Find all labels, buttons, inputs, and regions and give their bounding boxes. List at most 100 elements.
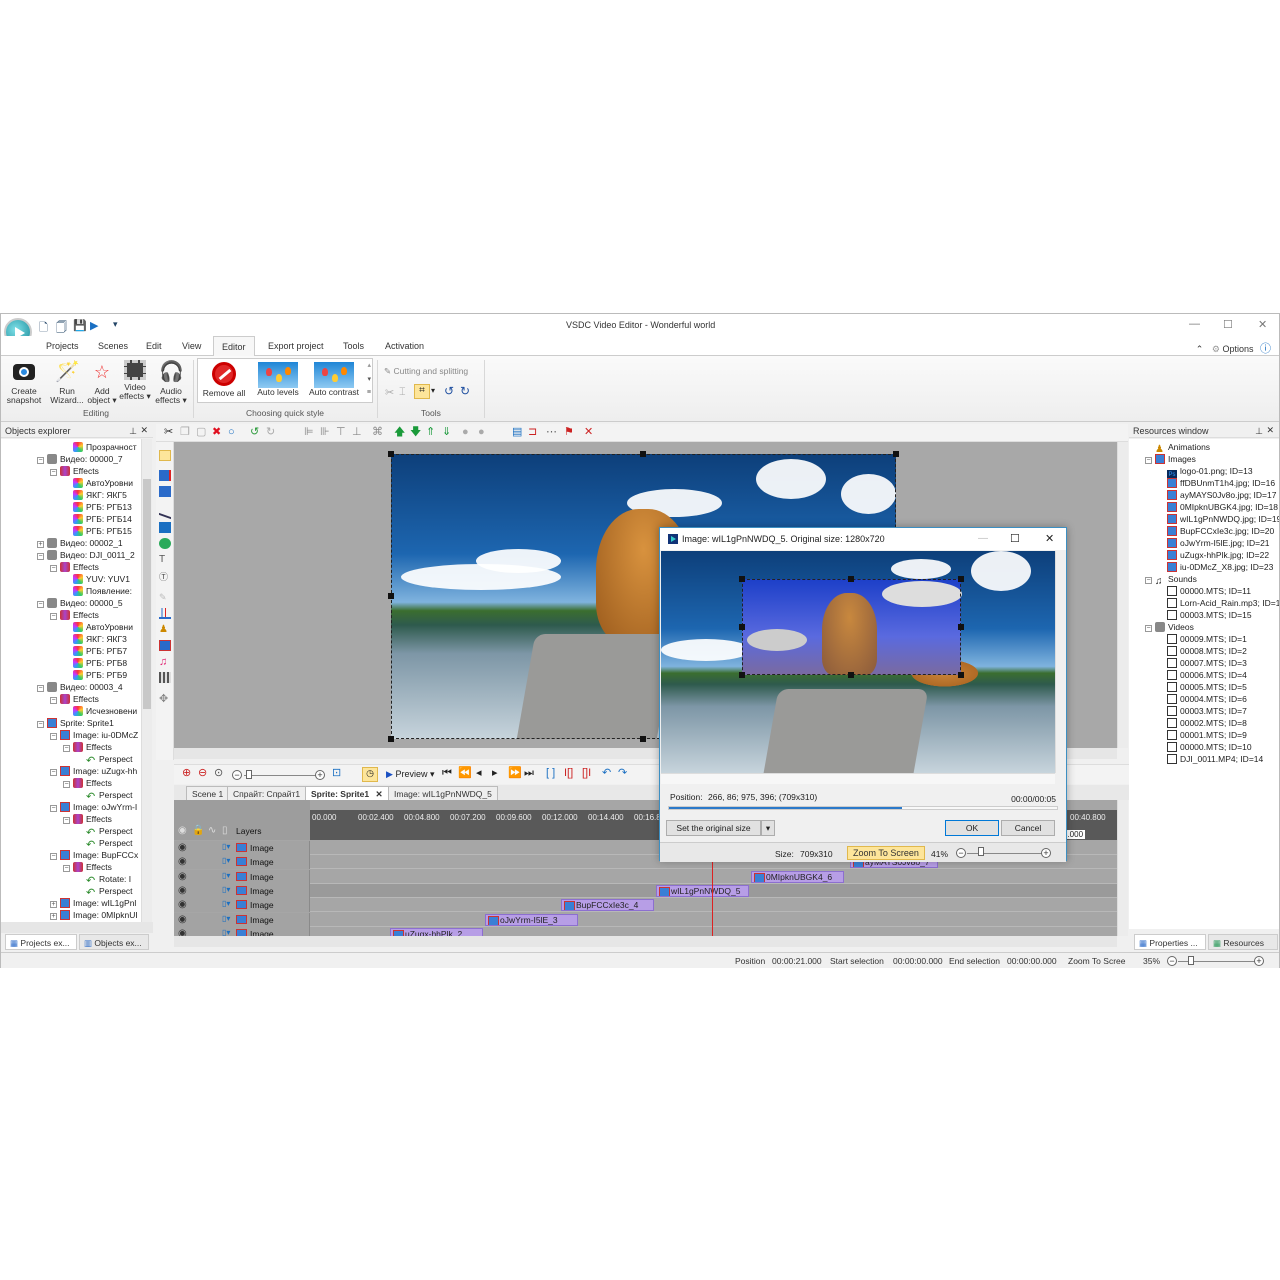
gallery-scroll-up-icon[interactable]: ▴ — [367, 361, 371, 369]
options-button[interactable]: ⌃ ⚙ Options ⓘ — [1196, 340, 1271, 356]
collapse-icon[interactable]: − — [50, 613, 57, 620]
preview-button[interactable]: ▶ Preview ▾ — [386, 769, 434, 780]
zoom-to-screen-button[interactable]: Zoom To Scree — [1068, 956, 1125, 966]
track-options-icon[interactable]: ▯▾ — [222, 914, 230, 923]
objects-explorer-tab[interactable]: ▥ Objects ex... — [79, 934, 149, 950]
resize-handle[interactable] — [388, 593, 394, 599]
collapse-icon[interactable]: − — [50, 805, 57, 812]
resources-tree-node[interactable]: 00002.MTS; ID=8 — [1157, 717, 1247, 729]
visibility-icon[interactable]: ◉ — [178, 871, 187, 882]
objects-tree-hscrollbar[interactable] — [1, 922, 153, 933]
set-original-size-button[interactable]: Set the original size — [666, 820, 761, 836]
select-cursor-icon[interactable] — [159, 450, 171, 461]
info-icon[interactable]: ⓘ — [1260, 343, 1271, 355]
resources-tree-node[interactable]: 00008.MTS; ID=2 — [1157, 645, 1247, 657]
dialog-zoom-out-button[interactable]: − — [956, 848, 966, 858]
objects-tree-node[interactable]: ↶ Perspect — [76, 753, 133, 767]
collapse-icon[interactable]: − — [50, 697, 57, 704]
layout-icon[interactable]: ▤ — [512, 426, 522, 438]
tab-view[interactable]: View — [182, 341, 201, 351]
objects-tree-node[interactable]: РГБ: РГБ13 — [63, 501, 132, 513]
objects-tree-node[interactable]: − Видео: 00000_5 — [37, 597, 123, 609]
zoom-out-button[interactable]: − — [1167, 956, 1177, 966]
go-to-start-icon[interactable]: ⏮ — [442, 767, 452, 779]
objects-tree-node[interactable]: − Effects — [50, 465, 99, 477]
gallery-scroll-down-icon[interactable]: ▾ — [367, 375, 371, 383]
zoom-in-icon[interactable]: ⊕ — [182, 767, 191, 779]
audio-effects-button[interactable]: 🎧 Audio effects ▾ — [154, 360, 188, 405]
resources-tree-node[interactable]: − Videos — [1145, 621, 1194, 633]
objects-tree-node[interactable]: − Effects — [50, 561, 99, 573]
dialog-zoom-thumb[interactable] — [978, 847, 984, 856]
objects-tree-node[interactable]: − Effects — [50, 609, 99, 621]
ungroup-icon[interactable]: ● — [478, 426, 485, 438]
circle-icon[interactable]: ○ — [228, 426, 235, 438]
collapse-icon[interactable]: − — [50, 769, 57, 776]
track-header[interactable]: ◉ ▯▾ Image — [174, 912, 310, 927]
crop-dropdown-icon[interactable]: ▾ — [431, 386, 435, 395]
resources-tree-node[interactable]: 00000.MTS; ID=11 — [1157, 585, 1251, 597]
collapse-ribbon-icon[interactable]: ⌃ — [1196, 344, 1204, 354]
zoom-in-button[interactable]: + — [1254, 956, 1264, 966]
timeline-track[interactable]: ◉ ▯▾ Image — [174, 912, 1117, 927]
objects-tree-node[interactable]: Прозрачност — [63, 441, 137, 453]
timeline-vscrollbar[interactable] — [1117, 800, 1128, 936]
align-right-icon[interactable]: ⊪ — [320, 426, 330, 438]
pin-icon[interactable]: ⊥ — [1255, 426, 1263, 437]
create-snapshot-button[interactable]: Create snapshot — [5, 360, 43, 405]
go-to-end-icon[interactable]: ⏭ — [524, 767, 534, 779]
objects-tree-node[interactable]: ЯКГ: ЯКГ5 — [63, 489, 127, 501]
bring-to-front-icon[interactable]: ⇑ — [426, 426, 435, 438]
objects-tree-node[interactable]: РГБ: РГБ8 — [63, 657, 127, 669]
playback-progress[interactable] — [668, 806, 1058, 810]
objects-tree-node[interactable]: − Видео: DJI_0011_2 — [37, 549, 135, 561]
resources-tree-node[interactable]: iu-0DMcZ_X8.jpg; ID=23 — [1157, 561, 1273, 573]
visibility-icon[interactable]: ◉ — [178, 856, 187, 867]
add-object-button[interactable]: ☆ Add object ▾ — [87, 360, 117, 405]
objects-tree-node[interactable]: Появление: — [63, 585, 132, 597]
resources-tree-node[interactable]: − Images — [1145, 453, 1196, 465]
objects-tree-node[interactable]: РГБ: РГБ9 — [63, 669, 127, 681]
tab-sprite1[interactable]: Sprite: Sprite1 ✕ — [305, 786, 389, 800]
move-up-icon[interactable]: 🡅 — [394, 426, 405, 438]
crop-handle[interactable] — [739, 576, 745, 582]
objects-tree-node[interactable]: − Effects — [63, 741, 112, 753]
group-icon[interactable]: ● — [462, 426, 469, 438]
maximize-button[interactable]: ☐ — [1223, 318, 1233, 331]
text-icon[interactable]: T — [159, 554, 171, 565]
collapse-icon[interactable]: − — [1145, 457, 1152, 464]
rotate-left-icon[interactable]: ↺ — [444, 384, 454, 398]
video-effects-button[interactable]: Video effects ▾ — [119, 360, 151, 401]
objects-tree-node[interactable]: ЯКГ: ЯКГ3 — [63, 633, 127, 645]
magnet-icon[interactable]: ⊐ — [528, 426, 537, 438]
auto-levels-style[interactable]: Auto levels — [256, 359, 300, 397]
fit-timeline-icon[interactable]: ⊡ — [332, 767, 341, 779]
crop-handle[interactable] — [958, 576, 964, 582]
resources-tree-node[interactable]: 00000.MTS; ID=10 — [1157, 741, 1252, 753]
objects-tree-node[interactable]: РГБ: РГБ14 — [63, 513, 132, 525]
collapse-icon[interactable]: − — [63, 781, 70, 788]
tab-editor[interactable]: Editor — [213, 336, 255, 357]
resources-tree-node[interactable]: 00007.MTS; ID=3 — [1157, 657, 1247, 669]
move-icon[interactable]: ✥ — [159, 692, 171, 705]
timeline-zoom-slider[interactable] — [244, 775, 319, 776]
objects-tree-node[interactable]: − Effects — [63, 861, 112, 873]
collapse-icon[interactable]: − — [37, 553, 44, 560]
resources-tree-node[interactable]: 00004.MTS; ID=6 — [1157, 693, 1247, 705]
resources-tree-node[interactable]: 00005.MTS; ID=5 — [1157, 681, 1247, 693]
canvas-vscrollbar[interactable] — [1117, 442, 1128, 748]
timeline-track[interactable]: ◉ ▯▾ Image — [174, 883, 1117, 898]
resources-tree-node[interactable]: Ps logo-01.png; ID=13 — [1157, 465, 1253, 480]
dialog-preview[interactable] — [661, 551, 1055, 773]
tab-edit[interactable]: Edit — [146, 341, 162, 351]
collapse-icon[interactable]: − — [50, 469, 57, 476]
align-bottom-icon[interactable]: ⊥ — [352, 426, 362, 438]
visibility-icon[interactable]: ◉ — [178, 825, 187, 836]
close-panel-icon[interactable]: ✕ — [1266, 425, 1274, 436]
dialog-minimize-button[interactable]: — — [978, 533, 988, 544]
crop-handle[interactable] — [739, 672, 745, 678]
objects-tree-node[interactable]: − Image: BupFCCx — [50, 849, 138, 861]
collapse-icon[interactable]: − — [50, 565, 57, 572]
objects-tree-node[interactable]: ↶ Perspect — [76, 837, 133, 851]
trash-icon[interactable]: ▯ — [222, 825, 228, 836]
